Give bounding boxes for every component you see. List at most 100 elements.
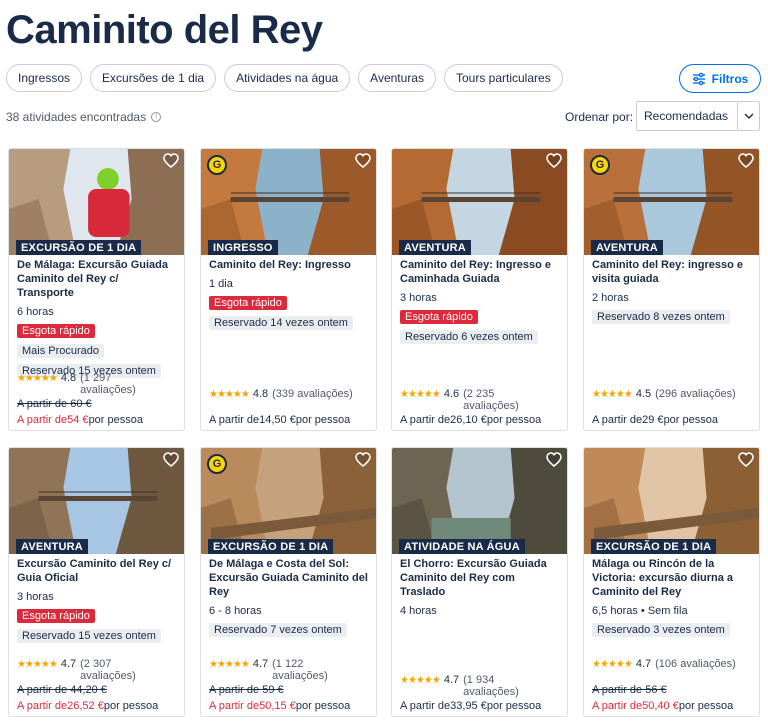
card-title[interactable]: Málaga ou Rincón de la Victoria: excursã… xyxy=(592,557,751,599)
category-label: EXCURSÃO DE 1 DIA xyxy=(208,539,334,554)
activity-card[interactable]: AVENTURA Caminito del Rey: Ingresso e Cam… xyxy=(391,148,568,431)
rating-value: 4.7 xyxy=(60,658,77,670)
card-title[interactable]: El Chorro: Excursão Guiada Caminito del … xyxy=(400,557,559,599)
heart-icon[interactable] xyxy=(738,452,754,468)
price-prefix: A partir de xyxy=(400,414,451,426)
price-value: 54 € xyxy=(67,414,89,426)
heart-icon[interactable] xyxy=(163,452,179,468)
rating: ★★★★★ 4.5 (296 avaliações) xyxy=(592,388,736,400)
rating: ★★★★★ 4.7 (2 307 avaliações) xyxy=(17,658,144,682)
activity-card[interactable]: AVENTURA Excursão Caminito del Rey c/ Gui… xyxy=(8,447,185,717)
card-duration: 2 horas xyxy=(592,292,629,304)
price-suffix: por pessoa xyxy=(88,414,143,426)
card-image[interactable]: EXCURSÃO DE 1 DIA xyxy=(9,149,184,255)
price-suffix: por pessoa xyxy=(486,414,542,426)
price-prefix: A partir de xyxy=(400,700,451,712)
stars-icon: ★★★★★ xyxy=(592,659,633,670)
activity-card[interactable]: EXCURSÃO DE 1 DIA De Málaga: Excursão Gui… xyxy=(8,148,185,431)
sort-label: Ordenar por: xyxy=(565,110,634,124)
card-title[interactable]: Caminito del Rey: ingresso e visita guia… xyxy=(592,258,751,286)
rating: ★★★★★ 4.8 (339 avaliações) xyxy=(209,388,353,400)
stars-icon: ★★★★★ xyxy=(400,675,441,686)
chip-aventuras[interactable]: Aventuras xyxy=(358,64,436,92)
rating: ★★★★★ 4.6 (2 235 avaliações) xyxy=(400,388,527,412)
card-title[interactable]: Excursão Caminito del Rey c/ Guia Oficia… xyxy=(17,557,176,585)
category-label: AVENTURA xyxy=(591,240,663,255)
activity-card[interactable]: G INGRESSO Caminito del Rey: Ingresso 1 dia… xyxy=(200,148,377,431)
card-image[interactable]: EXCURSÃO DE 1 DIA xyxy=(584,448,759,554)
results-count: 38 atividades encontradas i xyxy=(6,110,162,124)
activity-card[interactable]: EXCURSÃO DE 1 DIA Málaga ou Rincón de la … xyxy=(583,447,760,717)
price: A partir de50,15 €por pessoa xyxy=(209,700,350,712)
stars-icon: ★★★★★ xyxy=(400,389,441,400)
rating: ★★★★★ 4.7 (106 avaliações) xyxy=(592,658,736,670)
rating-value: 4.7 xyxy=(252,658,269,670)
price-suffix: por pessoa xyxy=(678,700,734,712)
rating: ★★★★★ 4.7 (1 122 avaliações) xyxy=(209,658,336,682)
heart-icon[interactable] xyxy=(355,452,371,468)
price-value: 50,15 € xyxy=(259,700,296,712)
activity-card[interactable]: G EXCURSÃO DE 1 DIA De Málaga e Costa del … xyxy=(200,447,377,717)
price: A partir de26,10 €por pessoa xyxy=(400,414,541,426)
card-title[interactable]: De Málaga: Excursão Guiada Caminito del … xyxy=(17,258,176,300)
sort-selected: Recomendadas xyxy=(644,109,729,123)
price-prefix: A partir de xyxy=(209,700,260,712)
price-suffix: por pessoa xyxy=(486,700,542,712)
heart-icon[interactable] xyxy=(546,153,562,169)
rating: ★★★★★ 4.7 (1 934 avaliações) xyxy=(400,674,527,698)
card-image[interactable]: G AVENTURA xyxy=(584,149,759,255)
card-title[interactable]: De Málaga e Costa del Sol: Excursão Guia… xyxy=(209,557,368,599)
price: A partir de29 €por pessoa xyxy=(592,414,718,426)
card-duration: 6 - 8 horas xyxy=(209,605,262,617)
card-image[interactable]: G INGRESSO xyxy=(201,149,376,255)
rating-value: 4.6 xyxy=(443,388,460,400)
chip-excursoes[interactable]: Excursões de 1 dia xyxy=(90,64,217,92)
price-value: 14,50 € xyxy=(259,414,296,426)
activity-card[interactable]: G AVENTURA Caminito del Rey: ingresso e vi… xyxy=(583,148,760,431)
card-duration: 6 horas xyxy=(17,306,54,318)
activity-card[interactable]: ATIVIDADE NA ÁGUA El Chorro: Excursão Gui… xyxy=(391,447,568,717)
category-label: EXCURSÃO DE 1 DIA xyxy=(591,539,717,554)
info-badge: Reservado 15 vezes ontem xyxy=(17,629,161,643)
chip-tours-particulares[interactable]: Tours particulares xyxy=(443,64,563,92)
sliders-icon xyxy=(692,72,705,85)
heart-icon[interactable] xyxy=(546,452,562,468)
review-count: (2 235 avaliações) xyxy=(463,388,519,412)
price: A partir de14,50 €por pessoa xyxy=(209,414,350,426)
getyourguide-badge-icon: G xyxy=(590,155,610,175)
stars-icon: ★★★★★ xyxy=(209,659,250,670)
rating-value: 4.7 xyxy=(635,658,652,670)
sort-select[interactable]: Recomendadas xyxy=(636,101,760,131)
heart-icon[interactable] xyxy=(355,153,371,169)
results-count-text: 38 atividades encontradas xyxy=(6,110,147,124)
card-title[interactable]: Caminito del Rey: Ingresso xyxy=(209,258,368,272)
info-badge: Mais Procurado xyxy=(17,344,105,358)
card-image[interactable]: ATIVIDADE NA ÁGUA xyxy=(392,448,567,554)
original-price: A partir de 60 € xyxy=(17,398,92,410)
info-badge: Reservado 6 vezes ontem xyxy=(400,330,538,344)
price-value: 50,40 € xyxy=(642,700,679,712)
category-label: EXCURSÃO DE 1 DIA xyxy=(16,240,142,255)
price: A partir de50,40 €por pessoa xyxy=(592,700,733,712)
heart-icon[interactable] xyxy=(163,153,179,169)
info-badge: Reservado 14 vezes ontem xyxy=(209,316,353,330)
price-suffix: por pessoa xyxy=(295,700,351,712)
heart-icon[interactable] xyxy=(738,153,754,169)
chip-ingressos[interactable]: Ingressos xyxy=(6,64,83,92)
getyourguide-badge-icon: G xyxy=(207,454,227,474)
category-label: AVENTURA xyxy=(16,539,88,554)
rating: ★★★★★ 4.8 (1 297 avaliações) xyxy=(17,372,144,396)
price-prefix: A partir de xyxy=(17,414,68,426)
info-badge: Reservado 3 vezes ontem xyxy=(592,623,730,637)
review-count: (2 307 avaliações) xyxy=(80,658,136,682)
card-image[interactable]: AVENTURA xyxy=(9,448,184,554)
card-image[interactable]: G EXCURSÃO DE 1 DIA xyxy=(201,448,376,554)
chip-atividades-agua[interactable]: Atividades na água xyxy=(224,64,351,92)
stars-icon: ★★★★★ xyxy=(17,373,58,384)
card-title[interactable]: Caminito del Rey: Ingresso e Caminhada G… xyxy=(400,258,559,286)
card-image[interactable]: AVENTURA xyxy=(392,149,567,255)
filters-button[interactable]: Filtros xyxy=(679,64,761,93)
stars-icon: ★★★★★ xyxy=(592,389,633,400)
info-icon[interactable]: i xyxy=(151,112,162,122)
price-suffix: por pessoa xyxy=(663,414,718,426)
